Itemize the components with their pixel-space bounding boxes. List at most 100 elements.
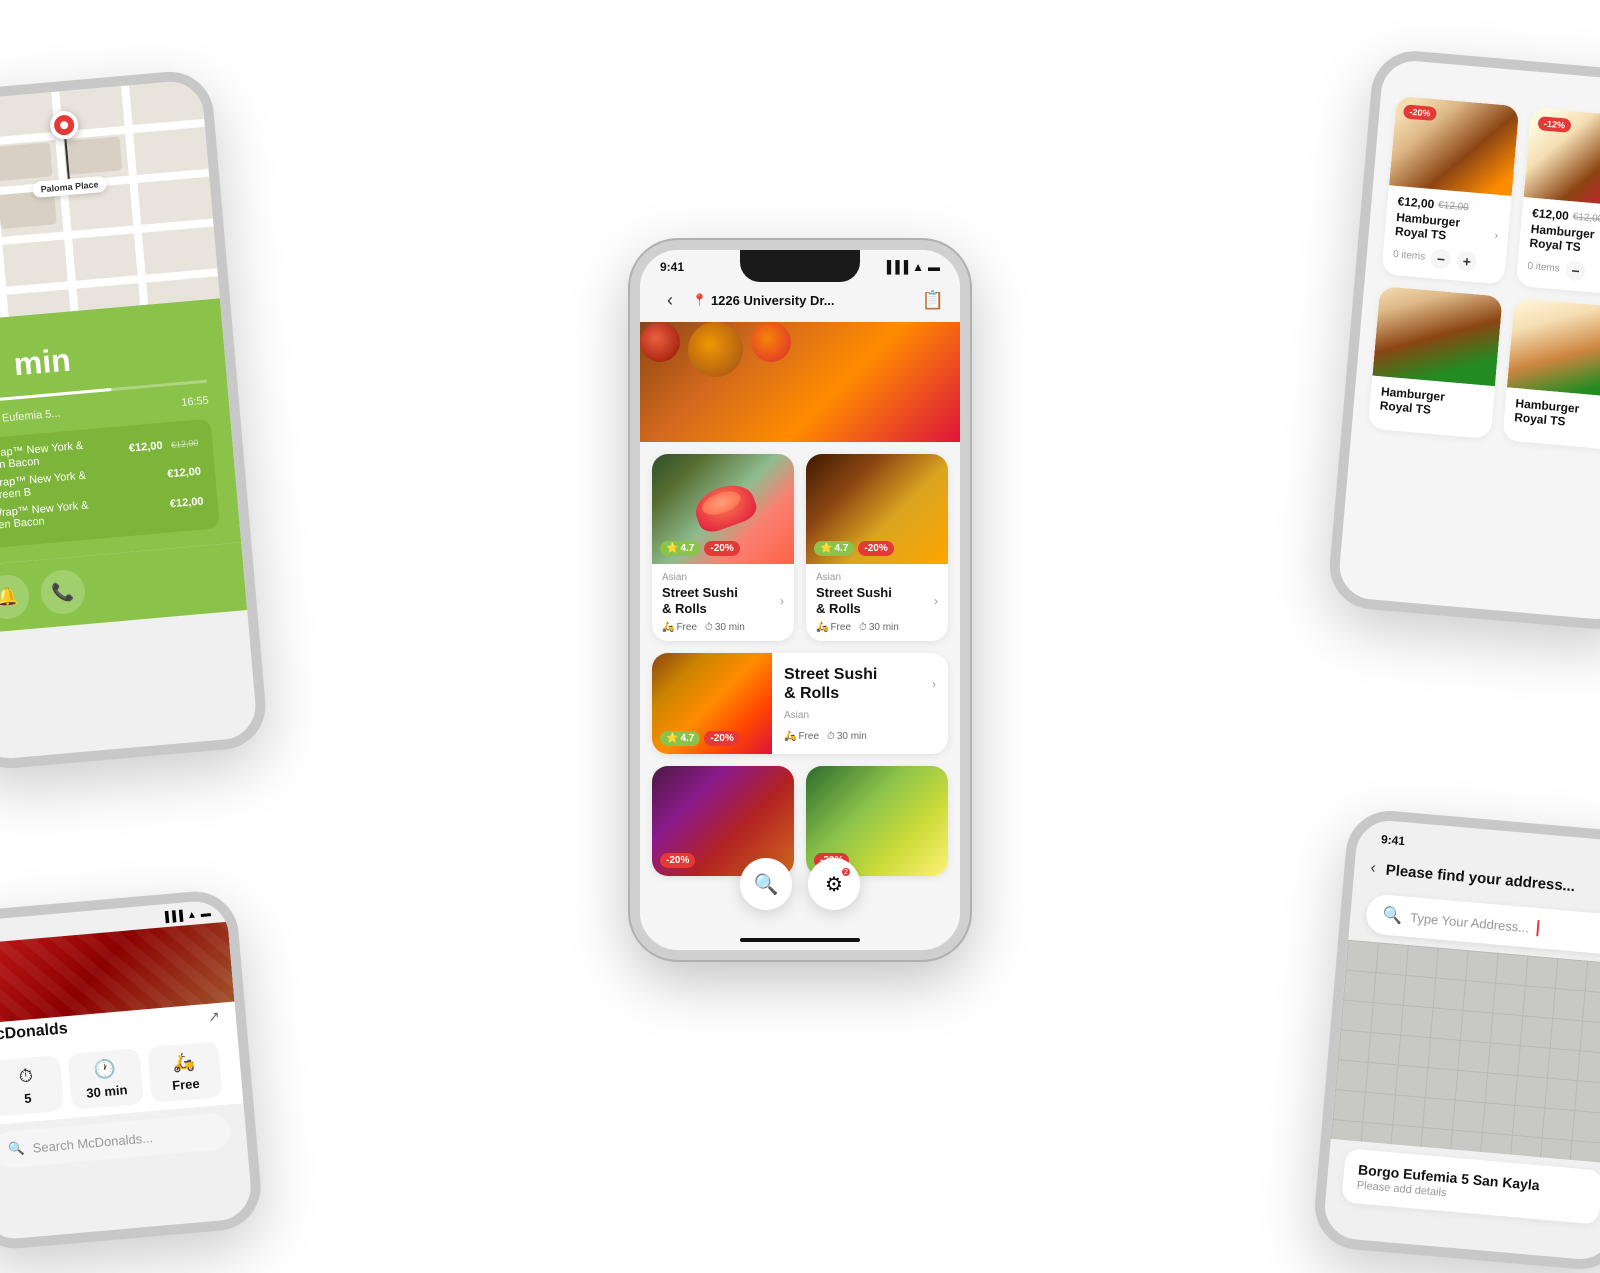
badges-2: ⭐ 4.7 -20%: [814, 541, 894, 556]
mcd-stat-time: ⏱ 5: [0, 1055, 65, 1117]
scroll-content[interactable]: ⭐ 4.7 -20% Asian Street Sushi& Rolls › 🛵…: [640, 322, 960, 932]
time-icon-2: ⏱: [859, 622, 867, 633]
alert-icon: 🔔: [0, 585, 19, 608]
mcd-stat-delivery: 🕐 30 min: [68, 1048, 144, 1110]
restaurant-grid: ⭐ 4.7 -20% Asian Street Sushi& Rolls › 🛵…: [640, 442, 960, 888]
map-pin: Paloma Place: [26, 108, 107, 198]
br-map-grid: [1331, 940, 1600, 1165]
burger-card-3[interactable]: HamburgerRoyal TS: [1368, 286, 1503, 439]
mcd-wifi: ▲: [186, 909, 197, 921]
battery-icon: ▬: [928, 260, 940, 274]
card-name-3: Street Sushi& Rolls: [784, 665, 877, 703]
burger-grid: -20% €12,00 €12,00 HamburgerRoyal TS › 0…: [1368, 96, 1600, 451]
burger-info-4: HamburgerRoyal TS: [1502, 387, 1600, 450]
burger-info-2: €12,00 €12,00 HamburgerRoyal TS › 0 item…: [1516, 197, 1600, 296]
to-address: Borgo Eufemia 5...: [0, 408, 61, 428]
map-section: Paloma Place: [0, 79, 220, 323]
delivery-icon-2: 🛵: [816, 622, 828, 633]
bottom-buttons: 🔍 ⚙ 2: [740, 858, 860, 910]
item-price-3: €12,00: [169, 495, 204, 510]
pin-line: [64, 139, 69, 179]
salmon-piece: [690, 478, 760, 536]
time-icon-1: ⏱: [705, 622, 713, 633]
delivery-time: 12 min: [0, 320, 206, 389]
scooter-icon: 🛵: [156, 1050, 213, 1076]
price-current-2: €12,00: [1532, 206, 1570, 223]
burger-img-1: -20%: [1389, 96, 1519, 196]
burger-name-3: HamburgerRoyal TS: [1379, 384, 1484, 422]
price-orig-2: €12,00: [1572, 211, 1600, 225]
burger-card-4[interactable]: HamburgerRoyal TS: [1502, 297, 1600, 450]
card-category-2: Asian: [816, 572, 938, 583]
burger-discount-1: -20%: [1403, 104, 1437, 121]
br-map: [1331, 940, 1600, 1165]
burger-card-1[interactable]: -20% €12,00 €12,00 HamburgerRoyal TS › 0…: [1381, 96, 1519, 285]
rating-badge-2: ⭐ 4.7: [814, 541, 854, 556]
delivery-time-2: ⏱ 30 min: [859, 622, 899, 633]
order-items: Wrap™ New York &ken Bacon €12,00 €12,00 …: [0, 419, 220, 549]
badges-4: -20%: [660, 853, 695, 868]
delivery-fee-3: 🛵 Free: [784, 731, 819, 742]
right-phone-content: -20% €12,00 €12,00 HamburgerRoyal TS › 0…: [1335, 78, 1600, 632]
alert-button[interactable]: 🔔: [0, 573, 31, 621]
back-button[interactable]: ‹: [656, 286, 684, 314]
search-button[interactable]: 🔍: [740, 858, 792, 910]
filter-button[interactable]: ⚙ 2: [808, 858, 860, 910]
food-shape-3: [751, 322, 791, 362]
location-info[interactable]: 📍 1226 University Dr...: [692, 293, 914, 308]
burger-visual-3: [1372, 286, 1502, 386]
road-h4: [0, 268, 218, 300]
burger-info-1: €12,00 €12,00 HamburgerRoyal TS › 0 item…: [1381, 185, 1511, 284]
card-name-row-2: Street Sushi& Rolls ›: [816, 585, 938, 616]
item-name-2: Wrap™ New York &Green B: [0, 470, 87, 502]
card-image-3: ⭐ 4.7 -20%: [652, 653, 772, 753]
burger-visual-4: [1507, 297, 1600, 397]
item-price-2: €12,00: [167, 466, 202, 481]
card-name-row-3: Street Sushi& Rolls ›: [784, 665, 936, 703]
home-indicator: [740, 938, 860, 942]
item-name-3: Wrap™ New York &ken Bacon: [0, 499, 90, 531]
mcd-external-link[interactable]: ↗: [207, 1007, 220, 1025]
rating-badge-3: ⭐ 4.7: [660, 731, 700, 746]
burger-name-1: HamburgerRoyal TS: [1394, 210, 1460, 244]
price-current-1: €12,00: [1397, 194, 1435, 211]
delivery-icon-1: 🛵: [662, 622, 674, 633]
card-image-2: ⭐ 4.7 -20%: [806, 454, 948, 564]
burger-card-2[interactable]: -12% €12,00 €12,00 HamburgerRoyal TS › 0…: [1516, 107, 1600, 296]
card-category-3: Asian: [784, 710, 936, 721]
delivery-time-3: ⏱ 30 min: [827, 731, 867, 742]
br-back-button[interactable]: ‹: [1370, 859, 1377, 877]
wifi-icon: ▲: [912, 260, 924, 274]
signal-icon: ▐▐▐: [883, 260, 909, 274]
br-address-card[interactable]: Borgo Eufemia 5 San Kayla Please add det…: [1341, 1148, 1600, 1224]
discount-badge-4: -20%: [660, 853, 695, 868]
mcd-delivery-val: 30 min: [79, 1082, 135, 1102]
filter-notification-dot: 2: [840, 866, 852, 878]
br-signal: ▐▐▐: [1595, 849, 1600, 870]
items-row-2: 0 items −: [1527, 257, 1600, 286]
br-cursor: [1536, 920, 1539, 936]
qty-plus-1[interactable]: +: [1456, 250, 1478, 272]
to-time: 16:55: [181, 395, 209, 409]
center-phone: 9:41 ▐▐▐ ▲ ▬ ‹ 📍 1226 University Dr... 📋: [630, 240, 970, 960]
cart-button[interactable]: 📋: [922, 290, 944, 311]
delivery-icon-3: 🛵: [784, 731, 796, 742]
hero-visual: [640, 322, 960, 377]
restaurant-card-3[interactable]: ⭐ 4.7 -20% Street Sushi& Rolls › Asian 🛵: [652, 653, 948, 753]
card-chevron-3: ›: [932, 677, 936, 691]
discount-badge-1: -20%: [704, 541, 739, 556]
restaurant-card-2[interactable]: ⭐ 4.7 -20% Asian Street Sushi& Rolls › 🛵…: [806, 454, 948, 641]
item-price-1: €12,00 €12,00: [128, 433, 199, 457]
burger-img-2: -12%: [1524, 107, 1600, 207]
restaurant-card-1[interactable]: ⭐ 4.7 -20% Asian Street Sushi& Rolls › 🛵…: [652, 454, 794, 641]
pin-circle: [49, 110, 79, 140]
phone-notch: [740, 250, 860, 282]
br-search-icon: 🔍: [1382, 905, 1404, 927]
phone-button[interactable]: 📞: [39, 568, 87, 616]
qty-minus-2[interactable]: −: [1565, 260, 1587, 282]
price-orig-1: €12,00: [1438, 199, 1469, 213]
card-name-1: Street Sushi& Rolls: [662, 585, 738, 616]
pin-dot: [60, 121, 69, 130]
delivery-card: 12 min Borgo Eufemia 5... 16:55 Wrap™ Ne…: [0, 298, 241, 566]
qty-minus-1[interactable]: −: [1430, 248, 1452, 270]
